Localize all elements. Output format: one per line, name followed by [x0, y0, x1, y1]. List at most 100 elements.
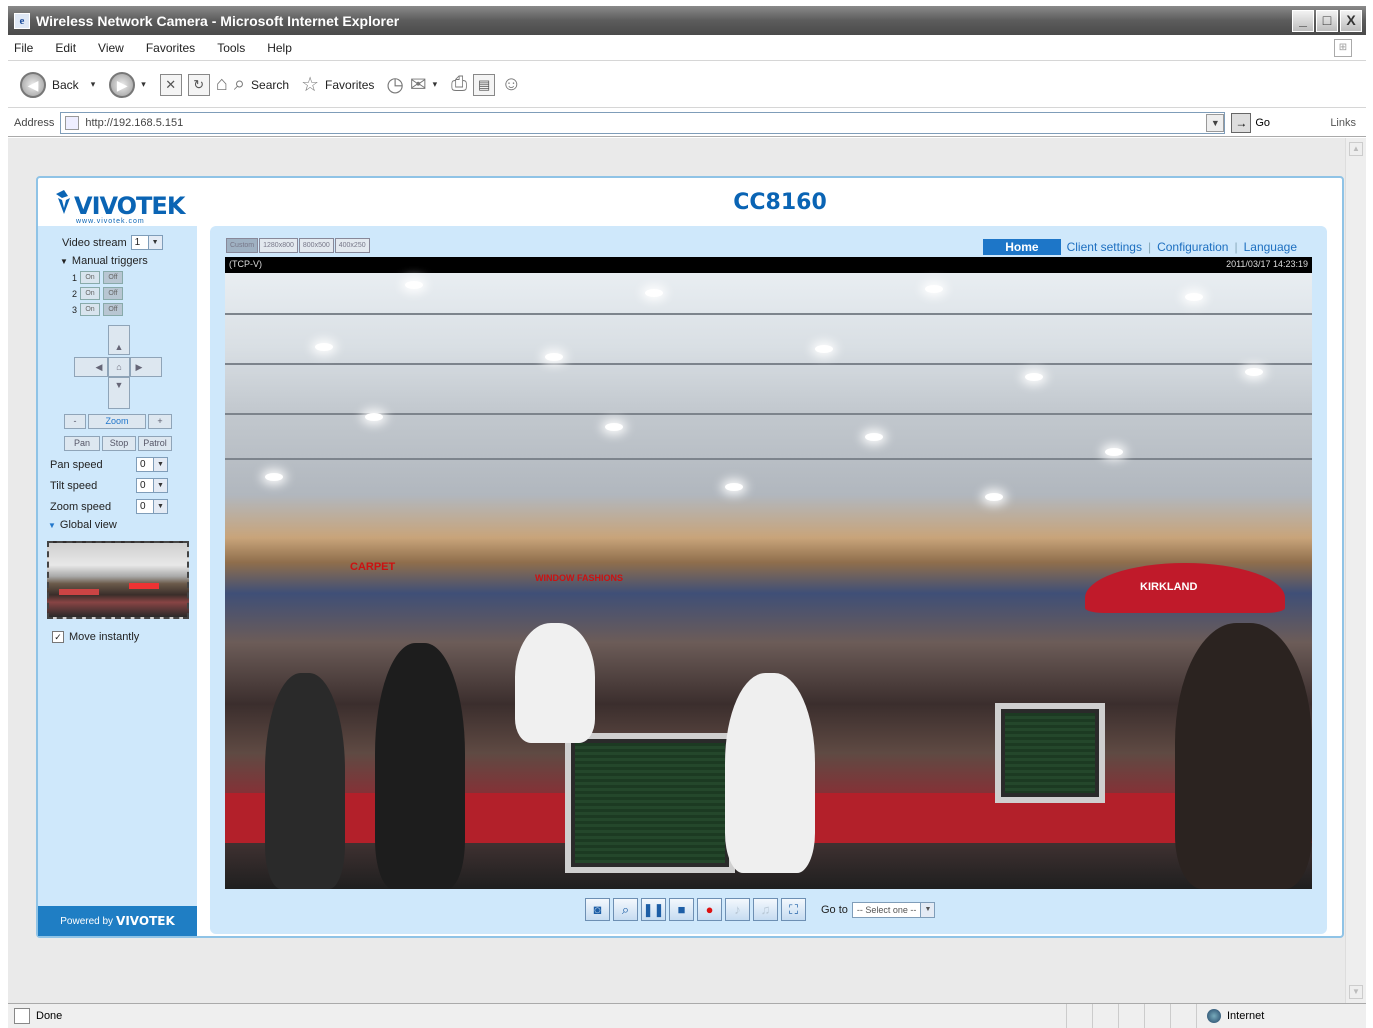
patrol-button[interactable]: Patrol — [138, 436, 172, 451]
stop-square-icon[interactable]: ■ — [669, 898, 694, 921]
top-navigation: Home Client settings | Configuration | L… — [983, 239, 1303, 255]
global-view-thumbnail[interactable] — [47, 541, 189, 619]
forward-arrow-icon[interactable]: ▶ — [109, 71, 136, 98]
tilt-down-button[interactable]: ▼ — [108, 377, 130, 409]
go-button[interactable]: Go — [1255, 117, 1270, 129]
nav-configuration[interactable]: Configuration — [1151, 240, 1234, 254]
manual-triggers-row[interactable]: ▼ Manual triggers — [60, 255, 148, 267]
menu-file[interactable]: File — [14, 41, 33, 55]
vivotek-logo[interactable]: VIVOTEK www.vivotek.com — [52, 186, 202, 226]
mail-icon[interactable]: ✉ — [410, 72, 427, 97]
volume-icon[interactable]: ♪ — [725, 898, 750, 921]
scroll-down-icon[interactable]: ▼ — [1349, 985, 1363, 999]
pan-speed-select[interactable]: 0 ▼ — [136, 457, 168, 472]
security-zone[interactable]: Internet — [1196, 1004, 1366, 1028]
go-arrow-icon[interactable]: → — [1231, 112, 1252, 133]
vertical-scrollbar[interactable]: ▲ ▼ — [1345, 138, 1366, 1003]
history-icon[interactable]: ◷ — [386, 72, 403, 97]
ceiling-light — [265, 473, 283, 481]
zoom-out-button[interactable]: - — [64, 414, 86, 429]
globe-icon — [1207, 1009, 1221, 1023]
trigger-3-on-button[interactable]: On — [80, 303, 101, 316]
trigger-1-off-button[interactable]: Off — [103, 271, 124, 284]
print-icon[interactable]: ⎙ — [451, 73, 467, 96]
size-custom-button[interactable]: Custom — [226, 238, 259, 253]
menu-view[interactable]: View — [98, 41, 124, 55]
video-stream-row: Video stream 1 ▼ — [62, 235, 163, 250]
goto-select[interactable]: -- Select one -- ▼ — [851, 901, 936, 918]
forward-dropdown-icon[interactable]: ▾ — [141, 79, 146, 90]
back-label[interactable]: Back — [52, 78, 79, 92]
video-stream-select[interactable]: 1 ▼ — [130, 235, 163, 250]
record-icon[interactable]: ● — [697, 898, 722, 921]
move-instantly-checkbox[interactable]: ✓ — [52, 631, 64, 643]
favorites-star-icon[interactable]: ☆ — [301, 72, 319, 97]
tilt-up-button[interactable]: ▲ — [108, 325, 130, 355]
global-view-row[interactable]: ▼ Global view — [48, 519, 117, 531]
shopper — [265, 673, 345, 889]
pan-left-button[interactable]: ◀ — [74, 357, 108, 377]
ceiling-light — [925, 285, 943, 293]
snapshot-camera-icon[interactable]: ◙ — [585, 898, 610, 921]
window-fashions-sign: WINDOW FASHIONS — [535, 573, 623, 583]
menu-favorites[interactable]: Favorites — [146, 41, 195, 55]
back-dropdown-icon[interactable]: ▾ — [91, 79, 96, 90]
register-monitor — [995, 703, 1105, 803]
home-icon[interactable]: ⌂ — [216, 73, 228, 96]
close-button[interactable]: X — [1340, 9, 1362, 32]
pan-button[interactable]: Pan — [64, 436, 100, 451]
powered-by-text: Powered by — [60, 915, 114, 927]
edit-icon[interactable]: ▤ — [473, 73, 496, 96]
menu-bar: File Edit View Favorites Tools Help ⊞ — [8, 35, 1366, 61]
size-400-button[interactable]: 400x250 — [334, 238, 370, 253]
zoom-in-button[interactable]: + — [148, 414, 172, 429]
arrow-up-icon: ▲ — [114, 342, 124, 352]
menu-edit[interactable]: Edit — [55, 41, 76, 55]
pause-icon[interactable]: ❚❚ — [641, 898, 666, 921]
vivotek-bird-icon — [56, 190, 70, 214]
zone-text: Internet — [1227, 1010, 1265, 1022]
trigger-2-on-button[interactable]: On — [80, 287, 101, 300]
pan-right-button[interactable]: ▶ — [130, 357, 162, 377]
chevron-down-icon: ▼ — [153, 500, 167, 513]
links-button[interactable]: Links — [1330, 117, 1356, 129]
trigger-1-on-button[interactable]: On — [80, 271, 101, 284]
refresh-icon[interactable]: ↻ — [187, 73, 210, 96]
nav-home[interactable]: Home — [983, 239, 1061, 255]
messenger-icon[interactable]: ☺ — [501, 73, 521, 96]
size-800-button[interactable]: 800x500 — [298, 238, 334, 253]
goto-label: Go to — [821, 903, 848, 916]
trigger-2-off-button[interactable]: Off — [103, 287, 124, 300]
window-titlebar[interactable]: e Wireless Network Camera - Microsoft In… — [8, 6, 1366, 35]
favorites-label[interactable]: Favorites — [325, 78, 374, 92]
search-icon[interactable]: ⌕ — [234, 73, 245, 96]
digital-zoom-icon[interactable]: ⌕ — [613, 898, 638, 921]
nav-client-settings[interactable]: Client settings — [1061, 240, 1148, 254]
fullscreen-icon[interactable]: ⛶ — [781, 898, 806, 921]
move-instantly-option[interactable]: ✓ Move instantly — [52, 631, 139, 643]
menu-tools[interactable]: Tools — [217, 41, 245, 55]
trigger-3-off-button[interactable]: Off — [103, 303, 124, 316]
mail-dropdown-icon[interactable]: ▾ — [433, 79, 438, 90]
menu-help[interactable]: Help — [267, 41, 292, 55]
thumbnail-detail — [129, 583, 159, 589]
mute-icon[interactable]: ♫ — [753, 898, 778, 921]
zoom-speed-select[interactable]: 0 ▼ — [136, 499, 168, 514]
address-input[interactable]: http://192.168.5.151 ▼ — [60, 111, 1226, 134]
stop-icon[interactable]: ✕ — [159, 73, 182, 96]
size-1280-button[interactable]: 1280x800 — [259, 238, 298, 253]
window-left-border — [0, 0, 8, 1028]
back-arrow-icon[interactable]: ◀ — [20, 71, 46, 98]
address-dropdown-icon[interactable]: ▼ — [1206, 113, 1225, 132]
arrow-down-icon: ▼ — [114, 380, 124, 390]
nav-language[interactable]: Language — [1238, 240, 1303, 254]
search-label[interactable]: Search — [251, 78, 289, 92]
maximize-button[interactable]: □ — [1316, 9, 1338, 32]
live-video-stream[interactable]: (TCP-V) 2011/03/17 14:23:19 CARPET WINDO… — [225, 257, 1312, 889]
home-position-button[interactable]: ⌂ — [108, 357, 130, 377]
tilt-speed-select[interactable]: 0 ▼ — [136, 478, 168, 493]
scroll-up-icon[interactable]: ▲ — [1349, 142, 1363, 156]
stop-button[interactable]: Stop — [102, 436, 136, 451]
ie-icon: e — [14, 12, 30, 29]
minimize-button[interactable]: _ — [1292, 9, 1314, 32]
